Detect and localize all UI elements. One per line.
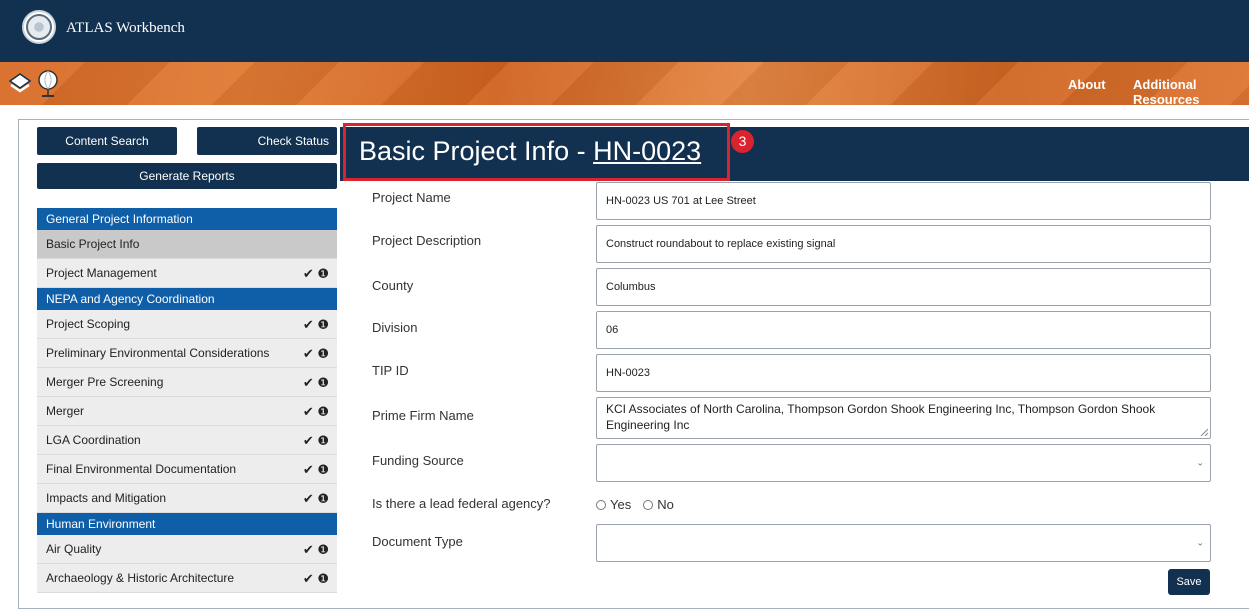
sidebar-item-basic-project-info[interactable]: Basic Project Info (37, 230, 337, 259)
app-title: ATLAS Workbench (66, 20, 185, 36)
additional-resources-link[interactable]: Additional Resources (1133, 77, 1249, 105)
no-radio[interactable] (643, 499, 654, 510)
project-name-input[interactable]: HN-0023 US 701 at Lee Street (596, 182, 1211, 220)
sidebar-item-label: Project Management (46, 266, 157, 280)
about-link[interactable]: About (1068, 77, 1106, 92)
status-icons: ✔ ❶ (302, 462, 329, 477)
yes-radio[interactable] (596, 499, 606, 510)
top-header: ATLAS Workbench (0, 0, 1249, 62)
sidebar-item-label: Merger (46, 404, 85, 418)
sidebar-item-project-management[interactable]: Project Management ✔ ❶ (37, 259, 337, 288)
sidebar-item-label: Air Quality (46, 542, 102, 556)
chevron-down-icon: ⌄ (1196, 457, 1204, 468)
sidebar-item-air-quality[interactable]: Air Quality ✔ ❶ (37, 535, 337, 564)
lead-federal-agency-label: Is there a lead federal agency? (372, 496, 551, 511)
globe-icon[interactable] (36, 69, 60, 99)
prime-firm-name-textarea[interactable]: KCI Associates of North Carolina, Thomps… (596, 397, 1211, 439)
sidebar-item-final-environmental-documentation[interactable]: Final Environmental Documentation ✔ ❶ (37, 455, 337, 484)
lead-federal-agency-radio-group: Yes No (596, 497, 674, 512)
nav-bar: About Additional Resources (0, 62, 1249, 105)
status-icons: ✔ ❶ (302, 346, 329, 361)
status-icons: ✔ ❶ (302, 491, 329, 506)
step-badge: 3 (731, 130, 754, 153)
project-name-label: Project Name (372, 190, 451, 205)
funding-source-select[interactable]: ⌄ (596, 444, 1211, 482)
status-icons: ✔ ❶ (302, 542, 329, 557)
sidebar-item-preliminary-environmental[interactable]: Preliminary Environmental Considerations… (37, 339, 337, 368)
sidebar-item-archaeology-historic[interactable]: Archaeology & Historic Architecture ✔ ❶ (37, 564, 337, 593)
status-icons: ✔ ❶ (302, 266, 329, 281)
content-search-button[interactable]: Content Search (37, 127, 177, 155)
status-icons: ✔ ❶ (302, 433, 329, 448)
division-input[interactable]: 06 (596, 311, 1211, 349)
save-button[interactable]: Save (1168, 569, 1210, 595)
section-heading: Human Environment (37, 513, 337, 535)
project-description-label: Project Description (372, 233, 482, 248)
document-type-label: Document Type (372, 534, 463, 549)
sidebar-item-project-scoping[interactable]: Project Scoping ✔ ❶ (37, 310, 337, 339)
funding-source-label: Funding Source (372, 453, 464, 468)
sidebar-item-label: Final Environmental Documentation (46, 462, 237, 476)
sidebar-item-label: Basic Project Info (46, 237, 140, 251)
status-icons: ✔ ❶ (302, 317, 329, 332)
sidebar-item-label: Impacts and Mitigation (46, 491, 167, 505)
sidebar-item-label: Archaeology & Historic Architecture (46, 571, 235, 585)
section-heading: NEPA and Agency Coordination (37, 288, 337, 310)
sidebar-item-label: LGA Coordination (46, 433, 141, 447)
sidebar-nav: General Project Information Basic Projec… (37, 208, 337, 593)
sidebar-item-merger[interactable]: Merger ✔ ❶ (37, 397, 337, 426)
prime-firm-name-value: KCI Associates of North Carolina, Thomps… (606, 402, 1156, 432)
tip-id-input[interactable]: HN-0023 (596, 354, 1211, 392)
state-seal-logo (22, 10, 56, 44)
tip-id-label: TIP ID (372, 363, 409, 378)
sidebar-item-merger-pre-screening[interactable]: Merger Pre Screening ✔ ❶ (37, 368, 337, 397)
highlight-box (343, 123, 730, 181)
generate-reports-button[interactable]: Generate Reports (37, 163, 337, 189)
resize-grip-icon[interactable] (1200, 428, 1208, 436)
sidebar-item-label: Project Scoping (46, 317, 131, 331)
status-icons: ✔ ❶ (302, 375, 329, 390)
status-icons: ✔ ❶ (302, 404, 329, 419)
yes-radio-label[interactable]: Yes (610, 497, 631, 512)
chevron-down-icon: ⌄ (1196, 537, 1204, 548)
check-status-button[interactable]: Check Status (197, 127, 337, 155)
sidebar-item-lga-coordination[interactable]: LGA Coordination ✔ ❶ (37, 426, 337, 455)
prime-firm-name-label: Prime Firm Name (372, 408, 474, 423)
project-description-input[interactable]: Construct roundabout to replace existing… (596, 225, 1211, 263)
document-type-select[interactable]: ⌄ (596, 524, 1211, 562)
no-radio-label[interactable]: No (657, 497, 674, 512)
status-icons: ✔ ❶ (302, 571, 329, 586)
sidebar-item-label: Preliminary Environmental Considerations (46, 346, 270, 360)
county-label: County (372, 278, 414, 293)
county-input[interactable]: Columbus (596, 268, 1211, 306)
division-label: Division (372, 320, 418, 335)
layers-icon[interactable] (8, 72, 32, 96)
sidebar-item-label: Merger Pre Screening (46, 375, 164, 389)
section-heading: General Project Information (37, 208, 337, 230)
sidebar-item-impacts-and-mitigation[interactable]: Impacts and Mitigation ✔ ❶ (37, 484, 337, 513)
